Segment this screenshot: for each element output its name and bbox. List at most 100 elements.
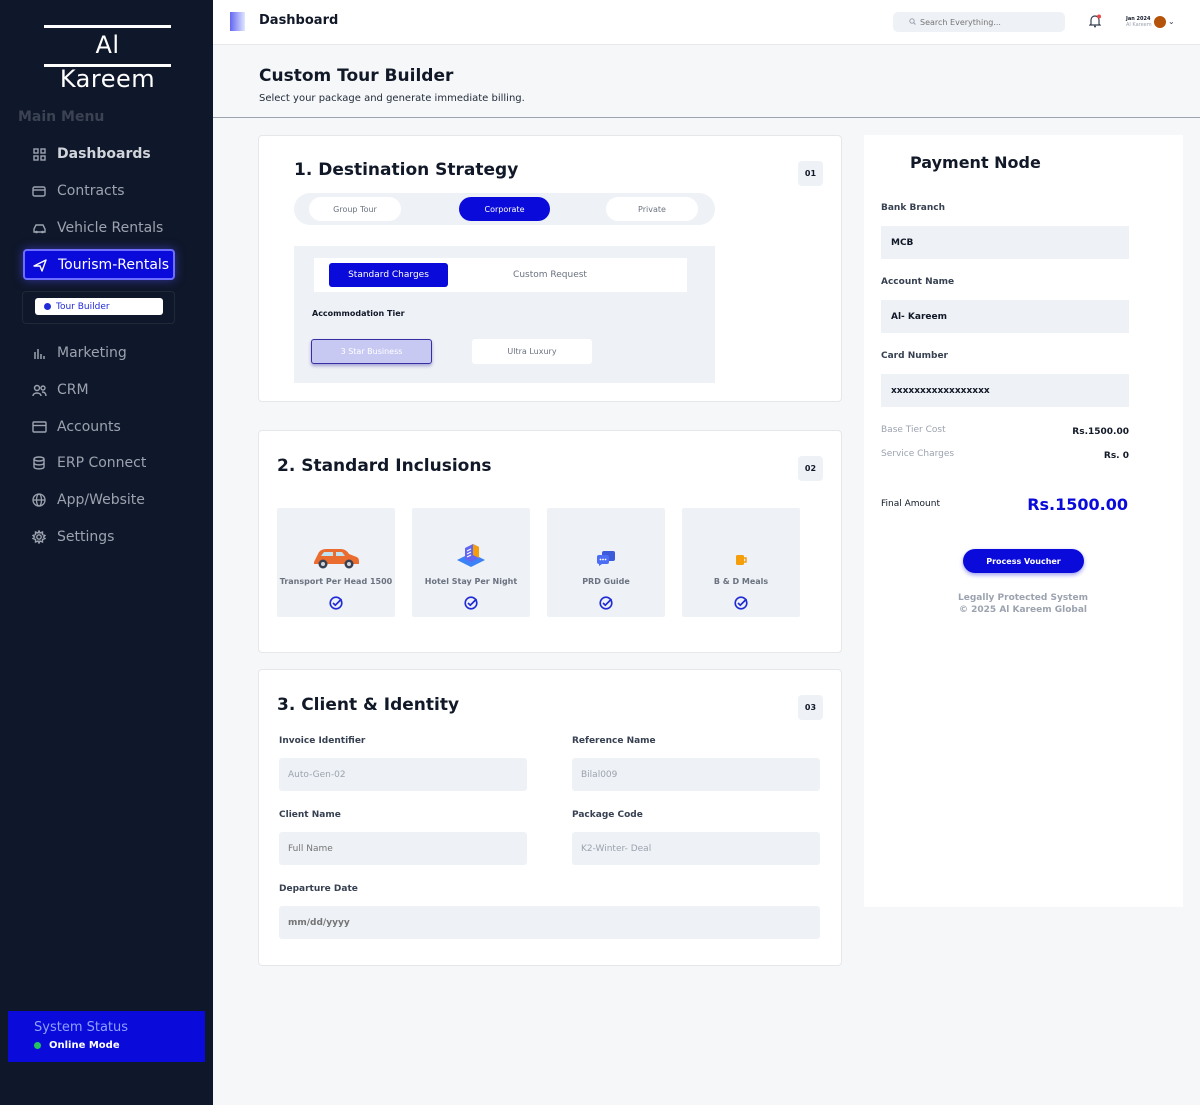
final-amount-value: Rs.1500.00	[1027, 495, 1128, 514]
inclusion-label: Hotel Stay Per Night	[424, 577, 518, 586]
topbar-title: Dashboard	[259, 13, 339, 28]
status-text: Online Mode	[49, 1040, 120, 1051]
subitem-label: Tour Builder	[56, 301, 110, 312]
reference-label: Reference Name	[572, 736, 656, 746]
online-dot-icon	[34, 1042, 41, 1049]
departure-date-label: Departure Date	[279, 884, 358, 894]
tab-custom-request[interactable]: Custom Request	[469, 263, 631, 287]
sidebar-item-label: Marketing	[57, 345, 127, 361]
client-name-field[interactable]	[279, 832, 527, 865]
grid-icon	[31, 146, 47, 162]
sidebar-item-crm[interactable]: CRM	[24, 375, 174, 405]
sidebar-item-marketing[interactable]: Marketing	[24, 338, 174, 368]
base-cost-value: Rs.1500.00	[1072, 427, 1129, 437]
sidebar-item-contracts[interactable]: Contracts	[24, 176, 174, 206]
sidebar-item-vehicle-rentals[interactable]: Vehicle Rentals	[24, 213, 174, 243]
sidebar-item-label: ERP Connect	[57, 455, 147, 471]
gear-icon	[31, 529, 47, 545]
status-value: Online Mode	[34, 1040, 120, 1051]
menu-heading: Main Menu	[18, 109, 105, 125]
inclusion-card-guide[interactable]: PRD Guide	[547, 508, 665, 617]
sidebar-item-tourism-rentals[interactable]: Tourism-Rentals	[23, 249, 175, 280]
mode-private[interactable]: Private	[606, 197, 698, 221]
departure-date-field[interactable]	[279, 906, 820, 939]
sidebar-item-label: Accounts	[57, 419, 121, 435]
card-title: 2. Standard Inclusions	[277, 456, 492, 476]
submenu: Tour Builder	[22, 291, 175, 324]
card-number-field[interactable]	[881, 374, 1129, 407]
tier-3-star-business[interactable]: 3 Star Business	[311, 339, 432, 364]
inclusion-card-transport[interactable]: Transport Per Head 1500	[277, 508, 395, 617]
sidebar-item-erp-connect[interactable]: ERP Connect	[24, 448, 174, 478]
process-voucher-button[interactable]: Process Voucher	[963, 549, 1084, 573]
account-name-label: Account Name	[881, 277, 955, 287]
reference-field[interactable]	[572, 758, 820, 791]
sidebar-item-accounts[interactable]: Accounts	[24, 412, 174, 442]
divider	[213, 117, 1200, 118]
inclusion-label: PRD Guide	[582, 577, 630, 586]
chevron-down-icon[interactable]: ⌄	[1168, 17, 1175, 26]
sidebar-item-label: Tourism-Rentals	[58, 256, 170, 273]
sidebar-item-label: Settings	[57, 529, 115, 545]
service-charges-label: Service Charges	[881, 449, 955, 459]
legal-line-2: © 2025 Al Kareem Global	[959, 605, 1087, 615]
package-code-field[interactable]	[572, 832, 820, 865]
sidebar-item-app-website[interactable]: App/Website	[24, 485, 174, 515]
bar-chart-icon	[31, 345, 47, 361]
page-title: Custom Tour Builder	[259, 66, 454, 86]
legal-line-1: Legally Protected System	[958, 593, 1088, 603]
inclusions-card: 2. Standard Inclusions 02 Transport Per …	[258, 430, 842, 653]
topbar: Dashboard Jan 2024 Al Kareem ⌄	[213, 0, 1200, 45]
bell-icon[interactable]	[1088, 13, 1103, 29]
step-badge: 02	[798, 456, 823, 481]
mode-group-tour[interactable]: Group Tour	[309, 197, 401, 221]
dot-icon	[44, 303, 51, 310]
payment-title: Payment Node	[910, 153, 1041, 172]
status-title: System Status	[34, 1020, 129, 1035]
invoice-label: Invoice Identifier	[279, 736, 366, 746]
sidebar-item-settings[interactable]: Settings	[24, 522, 174, 552]
invoice-field[interactable]	[279, 758, 527, 791]
client-name-label: Client Name	[279, 810, 341, 820]
sidebar-item-label: Dashboards	[57, 146, 151, 162]
payment-card: Payment Node Bank Branch Account Name Ca…	[864, 135, 1183, 907]
users-icon	[31, 382, 47, 398]
destination-card: 1. Destination Strategy 01 Group Tour Co…	[258, 135, 842, 402]
check-circle-icon	[464, 595, 478, 614]
package-code-label: Package Code	[572, 810, 643, 820]
bank-branch-field[interactable]	[881, 226, 1129, 259]
hotel-icon	[412, 542, 530, 570]
guide-chat-icon	[547, 550, 665, 567]
search-icon	[909, 17, 916, 27]
tier-ultra-luxury[interactable]: Ultra Luxury	[472, 339, 592, 364]
globe-icon	[31, 492, 47, 508]
client-card: 3. Client & Identity 03 Invoice Identifi…	[258, 669, 842, 966]
card-number-label: Card Number	[881, 351, 948, 361]
sidebar-item-dashboards[interactable]: Dashboards	[24, 139, 174, 169]
service-charges-value: Rs. 0	[1103, 451, 1129, 461]
check-circle-icon	[329, 595, 343, 614]
search-box[interactable]	[893, 12, 1065, 32]
check-circle-icon	[599, 595, 613, 614]
sidebar-item-label: Vehicle Rentals	[57, 220, 164, 236]
inclusion-label: B & D Meals	[713, 577, 769, 586]
card-title: 3. Client & Identity	[277, 695, 460, 715]
check-circle-icon	[734, 595, 748, 614]
inclusion-label: Transport Per Head 1500	[279, 577, 393, 586]
sidebar: Al Kareem Main Menu Dashboards Contracts…	[0, 0, 213, 1105]
avatar[interactable]	[1154, 16, 1166, 28]
step-badge: 01	[798, 161, 823, 186]
account-name-field[interactable]	[881, 300, 1129, 333]
sidebar-item-label: App/Website	[57, 492, 145, 508]
sidebar-subitem-tour-builder[interactable]: Tour Builder	[35, 298, 163, 315]
search-input[interactable]	[920, 17, 1060, 27]
car-icon	[31, 220, 47, 236]
mode-corporate[interactable]: Corporate	[459, 197, 550, 221]
user-info[interactable]: Jan 2024 Al Kareem	[1126, 16, 1152, 28]
charges-tabs: Standard Charges Custom Request	[314, 258, 687, 292]
step-badge: 03	[798, 695, 823, 720]
tab-standard-charges[interactable]: Standard Charges	[329, 263, 448, 287]
final-amount-label: Final Amount	[881, 499, 940, 509]
inclusion-card-hotel[interactable]: Hotel Stay Per Night	[412, 508, 530, 617]
inclusion-card-meals[interactable]: B & D Meals	[682, 508, 800, 617]
